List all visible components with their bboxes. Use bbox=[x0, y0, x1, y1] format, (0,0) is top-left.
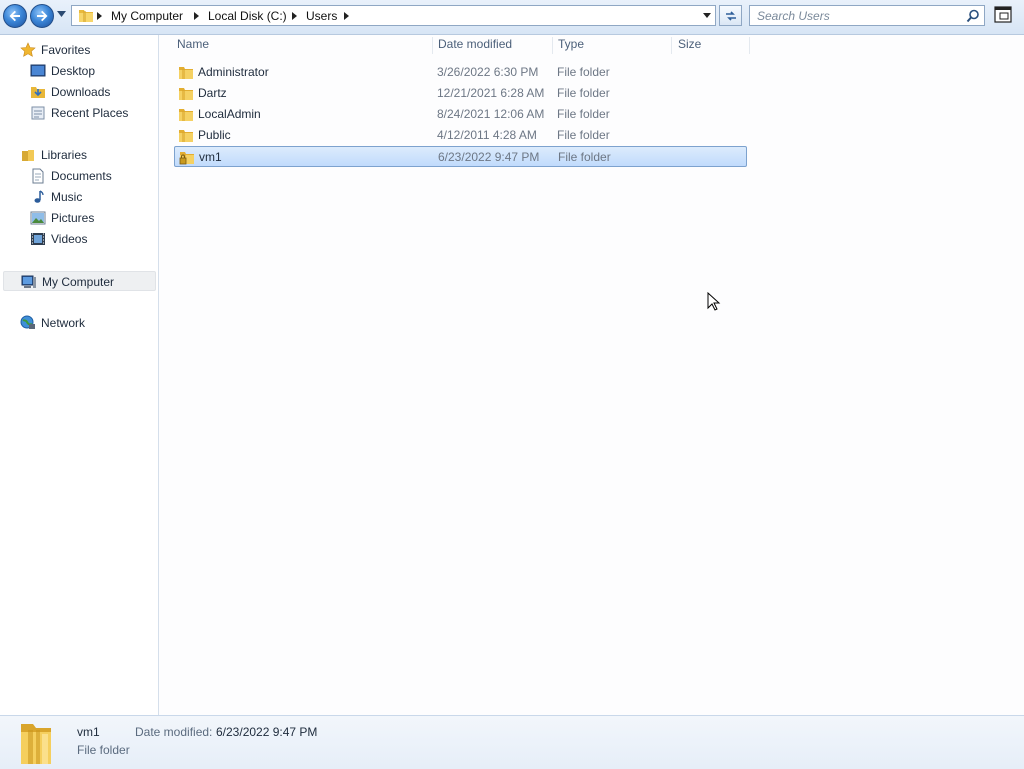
breadcrumb-separator-icon[interactable] bbox=[292, 12, 297, 20]
folder-icon bbox=[21, 724, 51, 764]
table-row[interactable]: LocalAdmin 8/24/2021 12:06 AM File folde… bbox=[174, 104, 747, 125]
recent-pages-dropdown-icon[interactable] bbox=[57, 11, 66, 17]
preview-pane-toggle-icon[interactable] bbox=[994, 6, 1012, 23]
desktop-icon bbox=[30, 64, 46, 77]
file-date-modified: 4/12/2011 4:28 AM bbox=[437, 128, 537, 142]
folder-icon bbox=[79, 10, 93, 22]
nav-my-computer[interactable]: My Computer bbox=[3, 271, 156, 291]
file-name: Public bbox=[198, 128, 231, 142]
recent-places-icon bbox=[31, 106, 45, 120]
folder-icon bbox=[179, 88, 193, 100]
column-headers: Name Date modified Type Size bbox=[159, 35, 759, 55]
file-date-modified: 8/24/2021 12:06 AM bbox=[437, 107, 545, 121]
address-bar[interactable]: My Computer Local Disk (C:) Users bbox=[71, 5, 716, 26]
address-dropdown-icon[interactable] bbox=[703, 13, 711, 18]
file-name: vm1 bbox=[199, 150, 222, 164]
mouse-cursor-icon bbox=[707, 292, 721, 311]
table-row[interactable]: Public 4/12/2011 4:28 AM File folder bbox=[174, 125, 747, 146]
column-header-date-modified[interactable]: Date modified bbox=[438, 37, 512, 51]
search-input[interactable] bbox=[750, 6, 967, 25]
folder-icon bbox=[179, 67, 193, 79]
refresh-icon bbox=[726, 11, 736, 21]
search-box[interactable] bbox=[749, 5, 985, 26]
column-divider[interactable] bbox=[749, 37, 750, 54]
file-type: File folder bbox=[557, 128, 610, 142]
details-pane: vm1 File folder Date modified: 6/23/2022… bbox=[0, 715, 1024, 769]
table-row-selected[interactable]: vm1 6/23/2022 9:47 PM File folder bbox=[174, 146, 747, 167]
file-date-modified: 6/23/2022 9:47 PM bbox=[438, 150, 540, 164]
music-note-icon bbox=[34, 190, 44, 203]
search-icon[interactable] bbox=[966, 9, 980, 23]
breadcrumb-separator-icon[interactable] bbox=[344, 12, 349, 20]
column-header-type[interactable]: Type bbox=[558, 37, 584, 51]
refresh-button[interactable] bbox=[719, 5, 742, 26]
folder-icon bbox=[179, 130, 193, 142]
details-file-type: File folder bbox=[77, 743, 130, 757]
details-file-name: vm1 bbox=[77, 725, 100, 739]
details-date-label: Date modified: bbox=[135, 725, 213, 739]
breadcrumb-my-computer[interactable]: My Computer bbox=[111, 9, 183, 23]
breadcrumb-local-disk[interactable]: Local Disk (C:) bbox=[208, 9, 287, 23]
navigation-bar: My Computer Local Disk (C:) Users bbox=[0, 0, 1024, 35]
column-divider[interactable] bbox=[552, 37, 553, 54]
folder-icon bbox=[179, 109, 193, 121]
back-button[interactable] bbox=[3, 4, 27, 28]
locked-folder-icon bbox=[179, 152, 194, 165]
pictures-icon bbox=[30, 211, 46, 225]
file-type: File folder bbox=[557, 107, 610, 121]
table-row[interactable]: Administrator 3/26/2022 6:30 PM File fol… bbox=[174, 62, 747, 83]
breadcrumb-separator-icon[interactable] bbox=[194, 12, 199, 20]
documents-icon bbox=[32, 168, 44, 184]
details-date-value: 6/23/2022 9:47 PM bbox=[216, 725, 318, 739]
file-name: Administrator bbox=[198, 65, 269, 79]
navigation-pane: Favorites Desktop Downloads Recent Place… bbox=[0, 35, 159, 715]
star-icon bbox=[20, 42, 36, 57]
forward-arrow-icon bbox=[37, 10, 48, 22]
file-name: Dartz bbox=[198, 86, 227, 100]
file-date-modified: 3/26/2022 6:30 PM bbox=[437, 65, 539, 79]
column-divider[interactable] bbox=[671, 37, 672, 54]
column-divider[interactable] bbox=[432, 37, 433, 54]
videos-icon bbox=[31, 233, 45, 245]
breadcrumb-separator-icon[interactable] bbox=[97, 12, 102, 20]
file-name: LocalAdmin bbox=[198, 107, 261, 121]
libraries-icon bbox=[22, 150, 34, 161]
file-type: File folder bbox=[558, 150, 611, 164]
column-header-size[interactable]: Size bbox=[678, 37, 701, 51]
table-row[interactable]: Dartz 12/21/2021 6:28 AM File folder bbox=[174, 83, 747, 104]
file-type: File folder bbox=[557, 65, 610, 79]
network-icon bbox=[20, 315, 35, 329]
downloads-folder-icon bbox=[31, 87, 45, 98]
file-type: File folder bbox=[557, 86, 610, 100]
file-date-modified: 12/21/2021 6:28 AM bbox=[437, 86, 545, 100]
back-arrow-icon bbox=[9, 10, 20, 22]
computer-icon bbox=[21, 275, 36, 288]
column-header-name[interactable]: Name bbox=[177, 37, 209, 51]
forward-button[interactable] bbox=[30, 4, 54, 28]
breadcrumb-users[interactable]: Users bbox=[306, 9, 337, 23]
